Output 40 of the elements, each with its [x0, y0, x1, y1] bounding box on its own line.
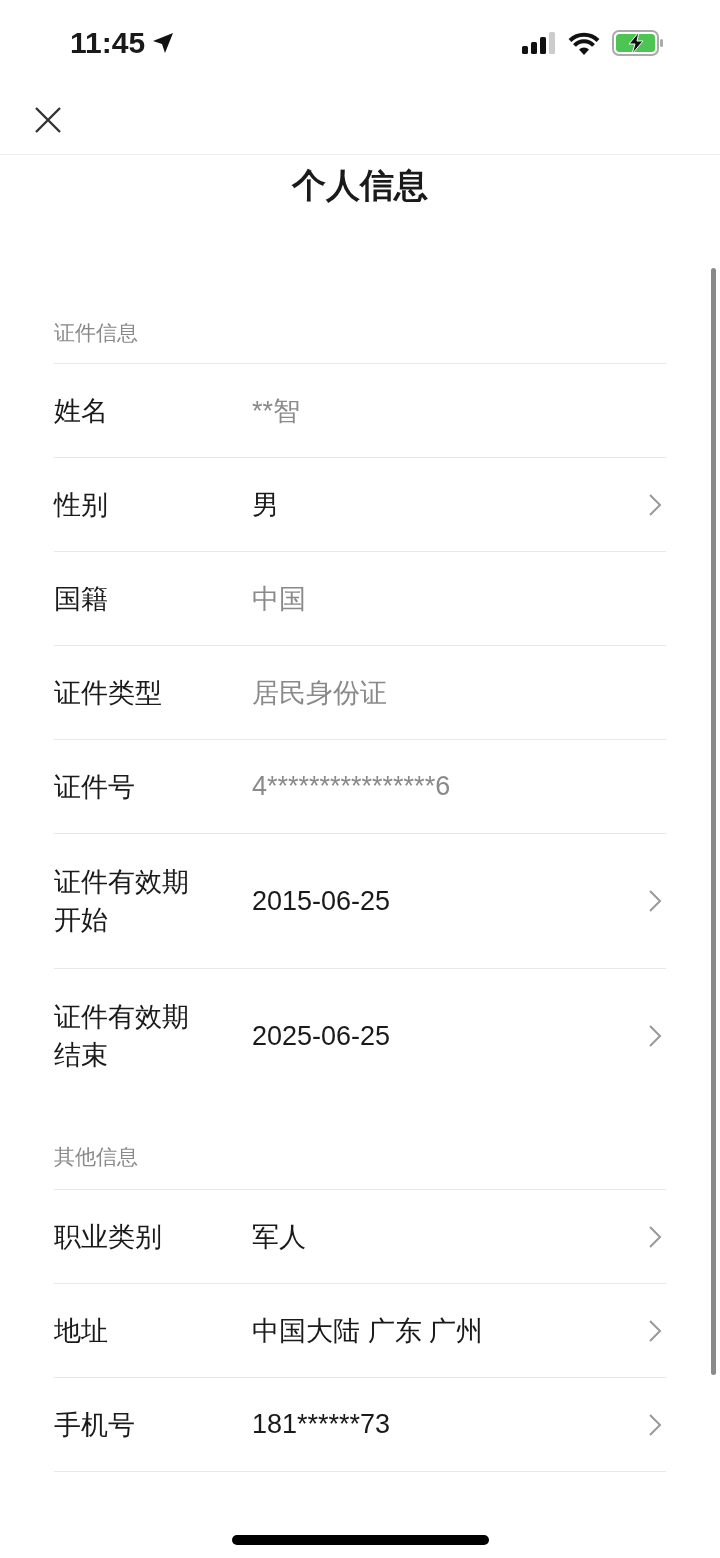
info-row[interactable]: 证件有效期开始 2015-06-25	[54, 833, 666, 968]
field-value: 4****************6	[252, 771, 451, 801]
field-label: 国籍	[54, 581, 109, 616]
field-value: **智	[252, 395, 300, 426]
field-label: 证件类型	[54, 675, 163, 710]
location-arrow-icon	[151, 31, 176, 55]
field-label: 证件号	[54, 769, 136, 804]
field-label: 职业类别	[54, 1219, 163, 1254]
field-value: 181******73	[252, 1409, 391, 1439]
info-row[interactable]: 证件有效期结束 2025-06-25	[54, 968, 666, 1103]
chevron-right-icon	[648, 492, 662, 517]
field-label: 地址	[54, 1313, 109, 1348]
field-value: 2025-06-25	[252, 1020, 391, 1051]
field-value: 2015-06-25	[252, 885, 391, 916]
chevron-right-icon	[648, 889, 662, 913]
field-value: 中国大陆 广东 广州	[252, 1315, 483, 1346]
info-row[interactable]: 性别 男	[54, 457, 666, 551]
field-label: 证件有效期开始	[54, 865, 190, 937]
battery-charging-icon	[612, 30, 664, 56]
section-header: 其他信息	[54, 1144, 138, 1171]
chevron-right-icon	[648, 1224, 662, 1249]
info-row[interactable]: 手机号 181******73	[54, 1377, 666, 1472]
page-title: 个人信息	[290, 164, 429, 207]
field-value: 男	[252, 489, 279, 520]
signal-icon	[522, 32, 556, 54]
close-button[interactable]	[34, 106, 62, 134]
field-label: 性别	[54, 487, 109, 522]
field-value: 军人	[252, 1221, 306, 1252]
chevron-right-icon	[648, 1412, 662, 1437]
status-time: 11:45	[70, 26, 146, 60]
info-row[interactable]: 职业类别 军人	[54, 1189, 666, 1283]
section-header: 证件信息	[54, 320, 138, 347]
field-label: 证件有效期结束	[54, 1000, 190, 1072]
field-label: 姓名	[54, 393, 109, 428]
info-row[interactable]: 地址 中国大陆 广东 广州	[54, 1283, 666, 1377]
field-value: 居民身份证	[252, 677, 387, 708]
chevron-right-icon	[648, 1024, 662, 1048]
chevron-right-icon	[648, 1318, 662, 1343]
field-label: 手机号	[54, 1407, 136, 1442]
wifi-icon	[568, 31, 600, 55]
